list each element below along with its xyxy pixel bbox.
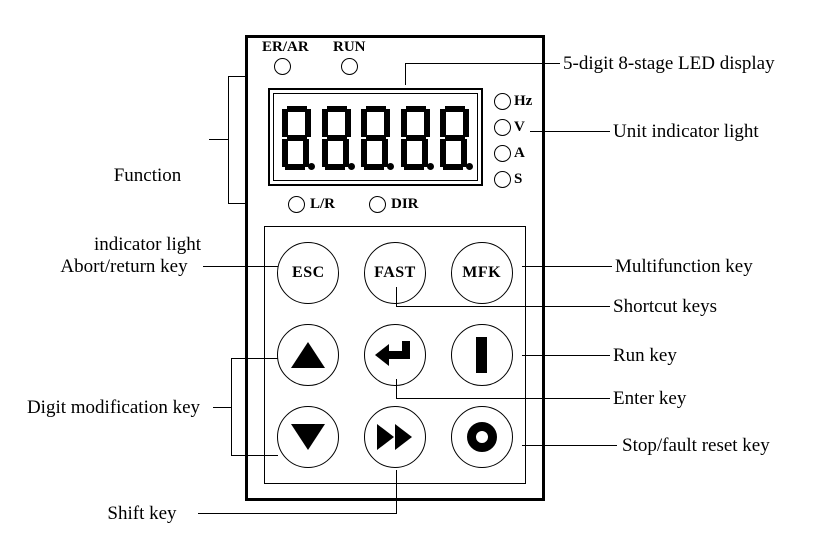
- indicator-run: RUN: [333, 39, 366, 75]
- leader-function-indicator-top: [228, 76, 248, 77]
- diagram-canvas: ER/AR RUN Hz V A S L/R DIR ESC FAST MFK …: [0, 0, 820, 553]
- decimal-point: [466, 163, 473, 170]
- leader-digit-mod-top: [231, 358, 278, 359]
- fast-button-label: FAST: [374, 264, 416, 281]
- mode-dir-label: DIR: [391, 196, 419, 212]
- keypad-row-3: [265, 401, 525, 473]
- down-button[interactable]: [277, 406, 340, 468]
- callout-unit-indicator-light: Unit indicator light: [613, 121, 759, 142]
- run-button[interactable]: [450, 324, 513, 386]
- mode-indicator-lr: L/R: [288, 196, 335, 213]
- unit-s-led: [494, 171, 511, 188]
- callout-enter-key: Enter key: [613, 388, 687, 409]
- up-button[interactable]: [277, 324, 340, 386]
- fast-forward-icon: [377, 424, 413, 450]
- decimal-point: [387, 163, 394, 170]
- leader-shortcut-keys-horizontal: [396, 306, 610, 307]
- unit-a-led: [494, 145, 511, 162]
- callout-led-display: 5-digit 8-stage LED display: [563, 53, 775, 74]
- unit-a-label: A: [514, 145, 525, 161]
- led-digit: [440, 106, 473, 170]
- unit-v-led: [494, 119, 511, 136]
- unit-v-label: V: [514, 119, 525, 135]
- unit-s-label: S: [514, 171, 523, 187]
- mode-lr-label: L/R: [310, 196, 336, 212]
- leader-shortcut-keys-vertical: [396, 287, 397, 307]
- led-digit: [400, 106, 434, 170]
- callout-run-key: Run key: [613, 345, 677, 366]
- unit-indicator-v: V: [494, 116, 532, 139]
- mfk-button-label: MFK: [462, 264, 502, 281]
- indicator-run-label: RUN: [333, 39, 366, 55]
- led-digit: [321, 106, 355, 170]
- shift-button[interactable]: [363, 406, 426, 468]
- stop-ring-icon: [466, 422, 497, 452]
- leader-function-indicator-bracket: [228, 76, 229, 204]
- led-digit: [282, 106, 315, 170]
- decimal-point: [426, 163, 434, 170]
- enter-arrow-icon: [374, 341, 415, 369]
- leader-function-indicator-stem: [209, 139, 229, 140]
- leader-digit-mod-stem: [213, 407, 232, 408]
- unit-indicator-a: A: [494, 142, 532, 165]
- leader-shift-key-vertical: [396, 470, 397, 514]
- callout-multifunction-key: Multifunction key: [615, 256, 753, 277]
- indicator-er-ar-label: ER/AR: [262, 39, 309, 55]
- led-digit: [361, 106, 394, 170]
- leader-multifunction-key: [522, 266, 612, 267]
- mode-indicator-group: L/R DIR: [288, 196, 453, 213]
- unit-indicator-s: S: [494, 168, 532, 191]
- mode-indicator-dir: DIR: [369, 196, 419, 213]
- fast-button[interactable]: FAST: [363, 242, 426, 304]
- led-display-inner-frame: [273, 93, 478, 181]
- leader-led-display-horizontal: [405, 63, 560, 64]
- indicator-er-ar: ER/AR: [262, 39, 309, 75]
- callout-shift-key: Shift key: [107, 503, 177, 524]
- stop-button[interactable]: [450, 406, 513, 468]
- decimal-point: [308, 163, 315, 170]
- leader-enter-key-horizontal: [396, 398, 610, 399]
- triangle-up-icon: [291, 342, 326, 368]
- mode-lr-led: [288, 196, 305, 213]
- callout-stop-fault-reset-key: Stop/fault reset key: [622, 435, 770, 456]
- decimal-point: [347, 163, 355, 170]
- leader-stop-fault-reset-key: [522, 445, 617, 446]
- indicator-run-led: [341, 58, 358, 75]
- unit-hz-led: [494, 93, 511, 110]
- enter-button[interactable]: [363, 324, 426, 386]
- keypad-panel: ER/AR RUN Hz V A S L/R DIR ESC FAST MFK: [245, 35, 545, 501]
- leader-led-display-vertical: [405, 63, 406, 85]
- callout-shortcut-keys: Shortcut keys: [613, 296, 717, 317]
- led-display: [268, 88, 483, 186]
- mode-dir-led: [369, 196, 387, 213]
- leader-unit-indicator: [530, 131, 610, 132]
- callout-abort-return-key: Abort/return key: [60, 256, 188, 277]
- run-bar-icon: [476, 337, 488, 373]
- leader-run-key: [522, 355, 610, 356]
- esc-button-label: ESC: [292, 264, 325, 281]
- unit-indicator-group: Hz V A S: [494, 90, 532, 194]
- leader-digit-mod-bottom: [231, 455, 278, 456]
- leader-enter-key-vertical: [396, 379, 397, 399]
- leader-function-indicator-bottom: [228, 203, 248, 204]
- triangle-down-icon: [291, 424, 326, 450]
- led-digit-group: [282, 102, 473, 174]
- unit-hz-label: Hz: [514, 93, 533, 109]
- unit-indicator-hz: Hz: [494, 90, 532, 113]
- callout-digit-modification-key: Digit modification key: [26, 397, 201, 418]
- indicator-er-ar-led: [274, 58, 291, 75]
- esc-button[interactable]: ESC: [277, 242, 340, 304]
- mfk-button[interactable]: MFK: [450, 242, 513, 304]
- leader-abort-return-key: [203, 266, 278, 267]
- keypad-button-grid: ESC FAST MFK: [264, 226, 526, 484]
- keypad-row-1: ESC FAST MFK: [265, 237, 525, 309]
- keypad-row-2: [265, 319, 525, 391]
- leader-shift-key-horizontal: [198, 513, 397, 514]
